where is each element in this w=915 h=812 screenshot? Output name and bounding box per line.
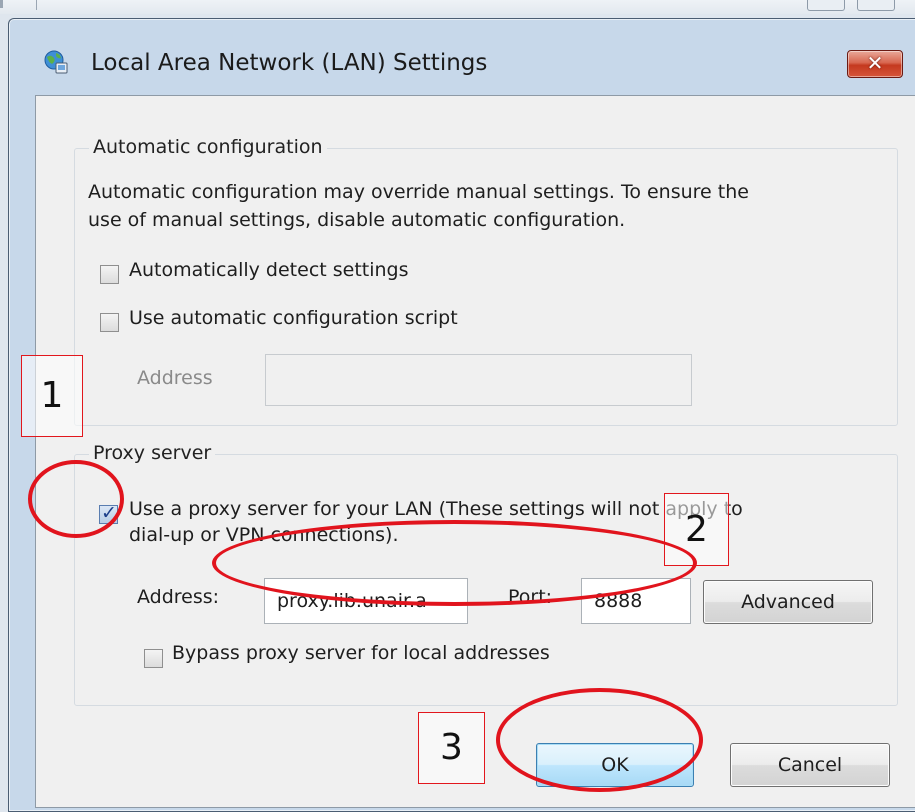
cancel-button[interactable]: Cancel [730,743,890,787]
script-address-field[interactable] [265,354,692,406]
auto-script-checkbox[interactable] [100,313,119,332]
annotation-marker-1: 1 [21,355,83,437]
background-window-button [807,0,845,11]
auto-script-label[interactable]: Use automatic configuration script [129,307,458,329]
automatic-description-line1: Automatic configuration may override man… [88,181,749,203]
automatic-configuration-group-title: Automatic configuration [89,136,327,158]
use-proxy-label-line1[interactable]: Use a proxy server for your LAN (These s… [129,498,743,520]
close-button[interactable]: ✕ [847,50,903,78]
background-window-divider [36,0,37,10]
dialog-title: Local Area Network (LAN) Settings [91,50,488,76]
lan-settings-dialog: Local Area Network (LAN) Settings ✕ Auto… [8,18,915,812]
auto-detect-label[interactable]: Automatically detect settings [129,259,409,281]
annotation-ellipse-proxy-fields [212,520,697,606]
annotation-circle-checkbox [28,460,124,538]
background-window-strip [0,0,915,14]
annotation-ellipse-ok-button [496,688,703,792]
automatic-description-line2: use of manual settings, disable automati… [88,209,626,231]
dialog-client-area: Automatic configuration Automatic config… [35,95,915,808]
bypass-local-checkbox[interactable] [144,649,163,668]
advanced-button[interactable]: Advanced [703,580,873,624]
network-globe-icon [44,50,68,74]
proxy-server-group-title: Proxy server [89,442,216,464]
title-bar[interactable]: Local Area Network (LAN) Settings ✕ [9,19,915,95]
script-address-label: Address [137,367,213,389]
proxy-address-label: Address: [137,586,220,608]
close-icon: ✕ [866,51,884,75]
background-window-button [857,0,895,11]
auto-detect-checkbox[interactable] [100,265,119,284]
bypass-local-label[interactable]: Bypass proxy server for local addresses [172,642,550,664]
annotation-marker-3: 3 [418,712,485,784]
background-window-edge [0,0,3,8]
